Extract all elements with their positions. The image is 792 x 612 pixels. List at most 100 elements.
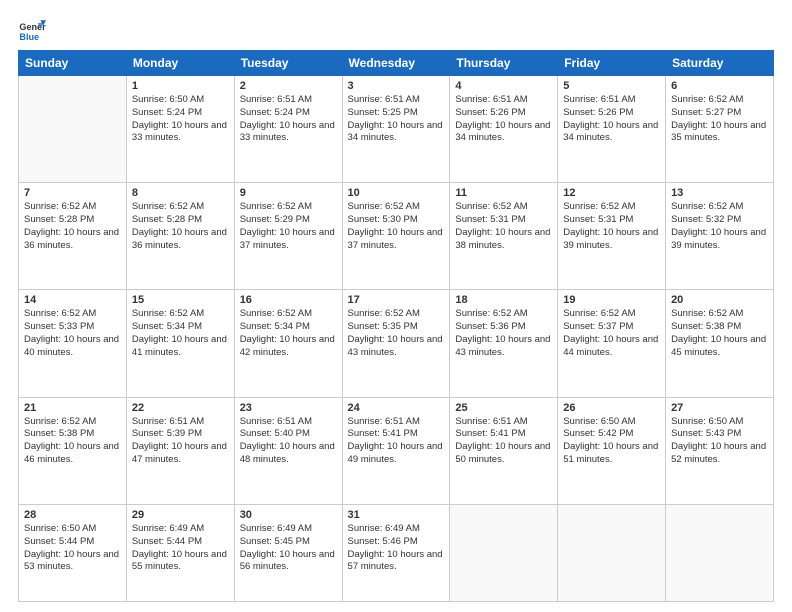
cell-details: Sunrise: 6:51 AMSunset: 5:41 PMDaylight:… <box>348 416 445 467</box>
day-number: 29 <box>132 509 229 521</box>
calendar-cell <box>19 76 127 183</box>
cell-details: Sunrise: 6:51 AMSunset: 5:40 PMDaylight:… <box>240 416 337 467</box>
cell-details: Sunrise: 6:51 AMSunset: 5:26 PMDaylight:… <box>455 94 552 145</box>
weekday-header-thursday: Thursday <box>450 51 558 76</box>
day-number: 19 <box>563 294 660 306</box>
calendar-week-row: 14 Sunrise: 6:52 AMSunset: 5:33 PMDayligh… <box>19 290 774 397</box>
calendar-week-row: 21Sunrise: 6:52 AMSunset: 5:38 PMDayligh… <box>19 397 774 504</box>
calendar-cell: 4 Sunrise: 6:51 AMSunset: 5:26 PMDaylight… <box>450 76 558 183</box>
cell-details: Sunrise: 6:52 AMSunset: 5:32 PMDaylight:… <box>671 201 768 252</box>
day-number: 27 <box>671 402 768 414</box>
cell-details: Sunrise: 6:50 AMSunset: 5:44 PMDaylight:… <box>24 523 121 574</box>
cell-details: Sunrise: 6:52 AMSunset: 5:31 PMDaylight:… <box>455 201 552 252</box>
cell-details: Sunrise: 6:49 AMSunset: 5:44 PMDaylight:… <box>132 523 229 574</box>
cell-details: Sunrise: 6:51 AMSunset: 5:26 PMDaylight:… <box>563 94 660 145</box>
day-number: 31 <box>348 509 445 521</box>
weekday-header-row: SundayMondayTuesdayWednesdayThursdayFrid… <box>19 51 774 76</box>
day-number: 21 <box>24 402 121 414</box>
svg-text:Blue: Blue <box>19 32 39 42</box>
calendar-cell: 10Sunrise: 6:52 AMSunset: 5:30 PMDayligh… <box>342 183 450 290</box>
calendar-cell: 30Sunrise: 6:49 AMSunset: 5:45 PMDayligh… <box>234 504 342 601</box>
day-number: 8 <box>132 187 229 199</box>
cell-details: Sunrise: 6:52 AMSunset: 5:33 PMDaylight:… <box>24 308 121 359</box>
day-number: 10 <box>348 187 445 199</box>
day-number: 7 <box>24 187 121 199</box>
day-number: 17 <box>348 294 445 306</box>
calendar-page: General Blue SundayMondayTuesdayWednesda… <box>0 0 792 612</box>
weekday-header-wednesday: Wednesday <box>342 51 450 76</box>
calendar-cell: 28Sunrise: 6:50 AMSunset: 5:44 PMDayligh… <box>19 504 127 601</box>
calendar-cell: 29 Sunrise: 6:49 AMSunset: 5:44 PMDayligh… <box>126 504 234 601</box>
weekday-header-sunday: Sunday <box>19 51 127 76</box>
day-number: 14 <box>24 294 121 306</box>
calendar-cell: 25 Sunrise: 6:51 AMSunset: 5:41 PMDayligh… <box>450 397 558 504</box>
cell-details: Sunrise: 6:51 AMSunset: 5:41 PMDaylight:… <box>455 416 552 467</box>
calendar-cell: 18 Sunrise: 6:52 AMSunset: 5:36 PMDayligh… <box>450 290 558 397</box>
day-number: 16 <box>240 294 337 306</box>
day-number: 2 <box>240 80 337 92</box>
cell-details: Sunrise: 6:52 AMSunset: 5:28 PMDaylight:… <box>24 201 121 252</box>
day-number: 23 <box>240 402 337 414</box>
day-number: 25 <box>455 402 552 414</box>
cell-details: Sunrise: 6:49 AMSunset: 5:46 PMDaylight:… <box>348 523 445 574</box>
weekday-header-monday: Monday <box>126 51 234 76</box>
cell-details: Sunrise: 6:52 AMSunset: 5:34 PMDaylight:… <box>240 308 337 359</box>
day-number: 3 <box>348 80 445 92</box>
logo: General Blue <box>18 16 48 44</box>
day-number: 11 <box>455 187 552 199</box>
calendar-week-row: 28Sunrise: 6:50 AMSunset: 5:44 PMDayligh… <box>19 504 774 601</box>
cell-details: Sunrise: 6:52 AMSunset: 5:37 PMDaylight:… <box>563 308 660 359</box>
cell-details: Sunrise: 6:50 AMSunset: 5:24 PMDaylight:… <box>132 94 229 145</box>
day-number: 1 <box>132 80 229 92</box>
cell-details: Sunrise: 6:52 AMSunset: 5:28 PMDaylight:… <box>132 201 229 252</box>
calendar-cell: 16 Sunrise: 6:52 AMSunset: 5:34 PMDayligh… <box>234 290 342 397</box>
cell-details: Sunrise: 6:50 AMSunset: 5:43 PMDaylight:… <box>671 416 768 467</box>
day-number: 12 <box>563 187 660 199</box>
calendar-cell: 23 Sunrise: 6:51 AMSunset: 5:40 PMDayligh… <box>234 397 342 504</box>
day-number: 26 <box>563 402 660 414</box>
calendar-cell: 31 Sunrise: 6:49 AMSunset: 5:46 PMDayligh… <box>342 504 450 601</box>
cell-details: Sunrise: 6:52 AMSunset: 5:35 PMDaylight:… <box>348 308 445 359</box>
calendar-table: SundayMondayTuesdayWednesdayThursdayFrid… <box>18 50 774 602</box>
calendar-cell: 17 Sunrise: 6:52 AMSunset: 5:35 PMDayligh… <box>342 290 450 397</box>
calendar-cell: 22 Sunrise: 6:51 AMSunset: 5:39 PMDayligh… <box>126 397 234 504</box>
calendar-week-row: 1 Sunrise: 6:50 AMSunset: 5:24 PMDaylight… <box>19 76 774 183</box>
cell-details: Sunrise: 6:52 AMSunset: 5:36 PMDaylight:… <box>455 308 552 359</box>
weekday-header-friday: Friday <box>558 51 666 76</box>
cell-details: Sunrise: 6:49 AMSunset: 5:45 PMDaylight:… <box>240 523 337 574</box>
cell-details: Sunrise: 6:52 AMSunset: 5:27 PMDaylight:… <box>671 94 768 145</box>
calendar-cell: 20 Sunrise: 6:52 AMSunset: 5:38 PMDayligh… <box>666 290 774 397</box>
day-number: 20 <box>671 294 768 306</box>
calendar-week-row: 7 Sunrise: 6:52 AMSunset: 5:28 PMDaylight… <box>19 183 774 290</box>
calendar-cell: 13 Sunrise: 6:52 AMSunset: 5:32 PMDayligh… <box>666 183 774 290</box>
calendar-cell <box>450 504 558 601</box>
calendar-cell: 7 Sunrise: 6:52 AMSunset: 5:28 PMDaylight… <box>19 183 127 290</box>
weekday-header-saturday: Saturday <box>666 51 774 76</box>
day-number: 6 <box>671 80 768 92</box>
day-number: 9 <box>240 187 337 199</box>
cell-details: Sunrise: 6:51 AMSunset: 5:24 PMDaylight:… <box>240 94 337 145</box>
day-number: 4 <box>455 80 552 92</box>
calendar-cell <box>666 504 774 601</box>
cell-details: Sunrise: 6:52 AMSunset: 5:31 PMDaylight:… <box>563 201 660 252</box>
weekday-header-tuesday: Tuesday <box>234 51 342 76</box>
calendar-cell: 1 Sunrise: 6:50 AMSunset: 5:24 PMDaylight… <box>126 76 234 183</box>
cell-details: Sunrise: 6:51 AMSunset: 5:25 PMDaylight:… <box>348 94 445 145</box>
calendar-cell: 12 Sunrise: 6:52 AMSunset: 5:31 PMDayligh… <box>558 183 666 290</box>
day-number: 5 <box>563 80 660 92</box>
calendar-cell: 14 Sunrise: 6:52 AMSunset: 5:33 PMDayligh… <box>19 290 127 397</box>
calendar-cell: 8 Sunrise: 6:52 AMSunset: 5:28 PMDaylight… <box>126 183 234 290</box>
cell-details: Sunrise: 6:51 AMSunset: 5:39 PMDaylight:… <box>132 416 229 467</box>
calendar-cell: 24 Sunrise: 6:51 AMSunset: 5:41 PMDayligh… <box>342 397 450 504</box>
calendar-cell: 27 Sunrise: 6:50 AMSunset: 5:43 PMDayligh… <box>666 397 774 504</box>
day-number: 13 <box>671 187 768 199</box>
calendar-cell: 26Sunrise: 6:50 AMSunset: 5:42 PMDayligh… <box>558 397 666 504</box>
header: General Blue <box>18 16 774 44</box>
cell-details: Sunrise: 6:52 AMSunset: 5:38 PMDaylight:… <box>671 308 768 359</box>
calendar-cell: 3 Sunrise: 6:51 AMSunset: 5:25 PMDaylight… <box>342 76 450 183</box>
day-number: 22 <box>132 402 229 414</box>
day-number: 18 <box>455 294 552 306</box>
cell-details: Sunrise: 6:52 AMSunset: 5:34 PMDaylight:… <box>132 308 229 359</box>
day-number: 24 <box>348 402 445 414</box>
calendar-cell: 15Sunrise: 6:52 AMSunset: 5:34 PMDayligh… <box>126 290 234 397</box>
